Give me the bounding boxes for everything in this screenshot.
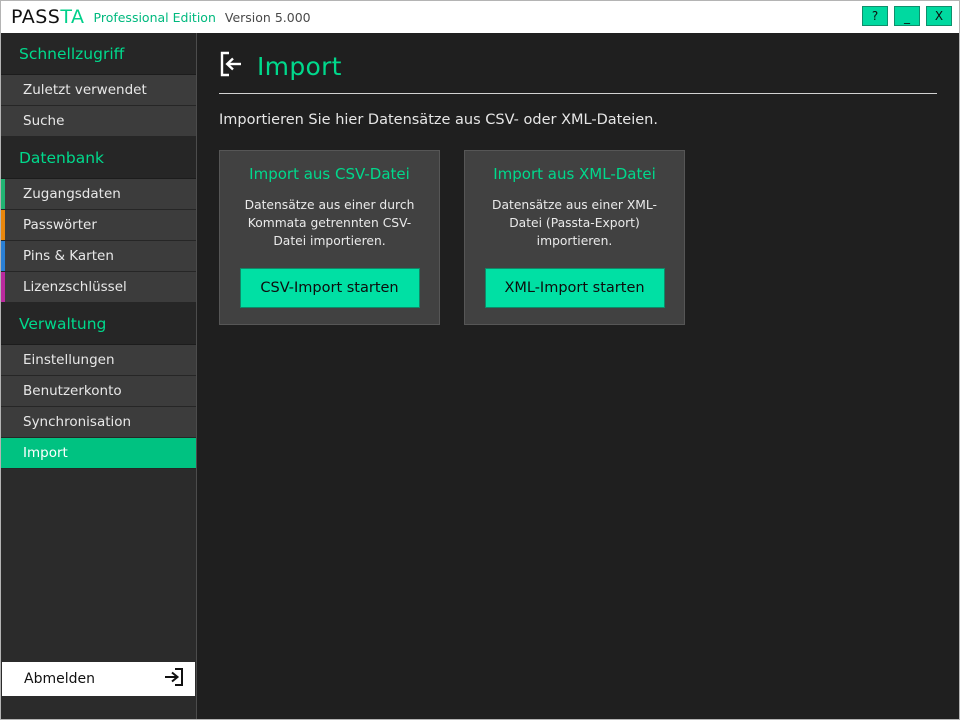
brand-text-accent: TA [60,6,85,28]
card-description: Datensätze aus einer XML-Datei (Passta-E… [492,198,657,248]
app-edition: Professional Edition [93,9,216,25]
sidebar-item-import[interactable]: Import [1,438,196,469]
sidebar-item-benutzerkonto[interactable]: Benutzerkonto [1,376,196,407]
sidebar-item-label: Pins & Karten [23,248,114,264]
sidebar-item-synchronisation[interactable]: Synchronisation [1,407,196,438]
logout-button[interactable]: Abmelden [2,662,195,696]
page-intro-text: Importieren Sie hier Datensätze aus CSV-… [219,112,658,128]
sidebar-item-label: Synchronisation [23,414,132,430]
sidebar-item-suche[interactable]: Suche [1,106,196,137]
sidebar-item-label: Suche [23,113,65,129]
logout-icon [163,668,183,690]
card-description: Datensätze aus einer durch Kommata getre… [244,198,415,248]
card-csv-import: Import aus CSV-Datei Datensätze aus eine… [219,150,440,326]
accent-bar-blue [1,241,5,271]
import-cards: Import aus CSV-Datei Datensätze aus eine… [219,150,937,326]
sidebar-bottom-pad [1,697,196,719]
logout-label: Abmelden [24,671,95,687]
close-button[interactable]: X [926,6,952,26]
sidebar-item-zuletzt-verwendet[interactable]: Zuletzt verwendet [1,75,196,106]
sidebar-section-header-verwaltung: Verwaltung [1,303,196,345]
minimize-button[interactable]: _ [894,6,920,26]
title-bar: PASSTA Professional Edition Version 5.00… [1,1,959,33]
window-body: Schnellzugriff Zuletzt verwendet Suche D… [1,33,959,719]
start-xml-import-button[interactable]: XML-Import starten [484,268,665,309]
app-version: Version 5.000 [224,9,311,25]
sidebar-item-label: Lizenzschlüssel [23,279,127,295]
sidebar-item-passwoerter[interactable]: Passwörter [1,210,196,241]
sidebar-section-header-datenbank: Datenbank [1,137,196,179]
sidebar: Schnellzugriff Zuletzt verwendet Suche D… [1,33,197,719]
window-controls: ? _ X [862,6,952,26]
sidebar-item-label: Zugangsdaten [23,186,121,202]
start-csv-import-button[interactable]: CSV-Import starten [239,268,420,309]
help-button[interactable]: ? [862,6,888,26]
header-divider [219,93,937,94]
sidebar-item-label: Benutzerkonto [23,383,122,399]
sidebar-item-label: Einstellungen [23,352,115,368]
main-content: Import Importieren Sie hier Datensätze a… [197,33,959,719]
sidebar-item-lizenzschluessel[interactable]: Lizenzschlüssel [1,272,196,303]
card-title: Import aus CSV-Datei [249,165,410,183]
app-brand: PASSTA [11,6,85,28]
accent-bar-magenta [1,272,5,302]
app-window: PASSTA Professional Edition Version 5.00… [0,0,960,720]
sidebar-nav: Schnellzugriff Zuletzt verwendet Suche D… [1,33,196,662]
sidebar-item-label: Passwörter [23,217,97,233]
page-header: Import [219,51,937,93]
sidebar-item-label: Zuletzt verwendet [23,82,147,98]
accent-bar-green [1,179,5,209]
sidebar-item-einstellungen[interactable]: Einstellungen [1,345,196,376]
brand-text-primary: PASS [11,6,61,28]
sidebar-item-label: Import [23,445,68,461]
sidebar-item-pins-karten[interactable]: Pins & Karten [1,241,196,272]
accent-bar-orange [1,210,5,240]
import-icon [219,51,245,81]
page-title: Import [257,51,342,81]
sidebar-section-header-schnellzugriff: Schnellzugriff [1,33,196,75]
card-title: Import aus XML-Datei [493,165,656,183]
card-xml-import: Import aus XML-Datei Datensätze aus eine… [464,150,685,326]
sidebar-item-zugangsdaten[interactable]: Zugangsdaten [1,179,196,210]
